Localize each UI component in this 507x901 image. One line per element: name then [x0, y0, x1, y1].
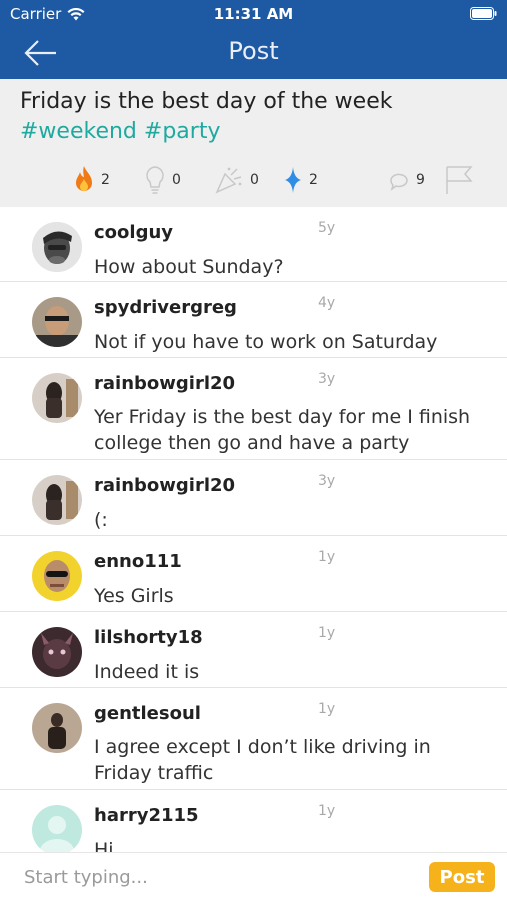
avatar[interactable] — [32, 373, 82, 423]
status-bar: Carrier 11:31 AM — [0, 0, 507, 28]
reaction-comments[interactable]: 9 — [388, 165, 425, 195]
comment-item: harry2115 1y Hi — [0, 790, 507, 852]
lightbulb-icon — [146, 166, 164, 194]
default-avatar-icon — [32, 805, 82, 852]
comment-age: 1y — [318, 549, 336, 565]
comment-text: Indeed it is — [94, 661, 200, 683]
comment-item: spydrivergreg 4y Not if you have to work… — [0, 282, 507, 358]
comment-username[interactable]: coolguy — [94, 222, 173, 243]
user-photo — [32, 297, 82, 347]
comment-text: I agree except I don’t like driving in F… — [94, 736, 431, 784]
reaction-fire[interactable]: 2 — [73, 165, 110, 195]
nav-bar: Post — [0, 28, 507, 79]
avatar[interactable] — [32, 297, 82, 347]
user-photo — [32, 373, 82, 423]
comment-composer: Post — [0, 852, 507, 901]
comment-age: 1y — [318, 625, 336, 641]
comment-age: 1y — [318, 803, 336, 819]
reaction-party[interactable]: 0 — [214, 165, 259, 195]
user-photo — [32, 222, 82, 272]
avatar[interactable] — [32, 627, 82, 677]
user-photo — [32, 551, 82, 601]
flag-icon — [446, 166, 473, 194]
comment-age: 1y — [318, 701, 336, 717]
comment-text: Yer Friday is the best day for me I fini… — [94, 406, 471, 454]
comment-text: Yes Girls — [94, 585, 174, 607]
comment-item: coolguy 5y How about Sunday? — [0, 207, 507, 282]
comment-item: enno111 1y Yes Girls — [0, 536, 507, 612]
reaction-count: 2 — [309, 172, 318, 188]
comment-age: 5y — [318, 220, 336, 236]
comment-username[interactable]: rainbowgirl20 — [94, 373, 235, 394]
avatar[interactable] — [32, 703, 82, 753]
avatar[interactable] — [32, 551, 82, 601]
reaction-count: 9 — [416, 172, 425, 188]
reaction-count: 0 — [172, 172, 181, 188]
clock: 11:31 AM — [213, 5, 294, 23]
comment-text: Hi — [94, 839, 114, 852]
reaction-count: 0 — [250, 172, 259, 188]
comment-username[interactable]: enno111 — [94, 551, 182, 572]
reaction-bar: 2 0 0 2 9 — [0, 165, 507, 203]
comment-item: rainbowgirl20 3y Yer Friday is the best … — [0, 358, 507, 460]
comment-username[interactable]: harry2115 — [94, 805, 199, 826]
comment-age: 4y — [318, 295, 336, 311]
avatar[interactable] — [32, 475, 82, 525]
comment-item: gentlesoul 1y I agree except I don’t lik… — [0, 688, 507, 790]
comment-age: 3y — [318, 473, 336, 489]
post-button[interactable]: Post — [429, 862, 495, 892]
party-popper-icon — [215, 167, 242, 194]
app-header: Carrier 11:31 AM Post — [0, 0, 507, 79]
comment-username[interactable]: rainbowgirl20 — [94, 475, 235, 496]
comment-text: Not if you have to work on Saturday — [94, 331, 438, 353]
reaction-count: 2 — [101, 172, 110, 188]
user-photo — [32, 703, 82, 753]
comment-username[interactable]: lilshorty18 — [94, 627, 203, 648]
post-card: Friday is the best day of the week #week… — [0, 79, 507, 207]
comment-username[interactable]: spydrivergreg — [94, 297, 237, 318]
comment-icon — [390, 173, 408, 191]
fire-icon — [76, 166, 92, 191]
avatar[interactable] — [32, 805, 82, 852]
sparkle-icon — [285, 167, 301, 193]
post-body: Friday is the best day of the week #week… — [20, 87, 490, 147]
comment-input[interactable] — [22, 861, 406, 893]
comment-text: (: — [94, 509, 108, 531]
avatar[interactable] — [32, 222, 82, 272]
reaction-sparkle[interactable]: 2 — [283, 165, 318, 195]
reaction-idea[interactable]: 0 — [144, 165, 181, 195]
post-text: Friday is the best day of the week — [20, 89, 393, 114]
comment-text: How about Sunday? — [94, 256, 284, 278]
post-tags[interactable]: #weekend #party — [20, 117, 490, 147]
report-button[interactable] — [445, 165, 473, 195]
comment-item: lilshorty18 1y Indeed it is — [0, 612, 507, 688]
user-photo — [32, 627, 82, 677]
user-photo — [32, 475, 82, 525]
comment-username[interactable]: gentlesoul — [94, 703, 201, 724]
comment-item: rainbowgirl20 3y (: — [0, 460, 507, 536]
battery-icon — [470, 7, 497, 20]
page-title: Post — [228, 37, 279, 65]
comment-age: 3y — [318, 371, 336, 387]
